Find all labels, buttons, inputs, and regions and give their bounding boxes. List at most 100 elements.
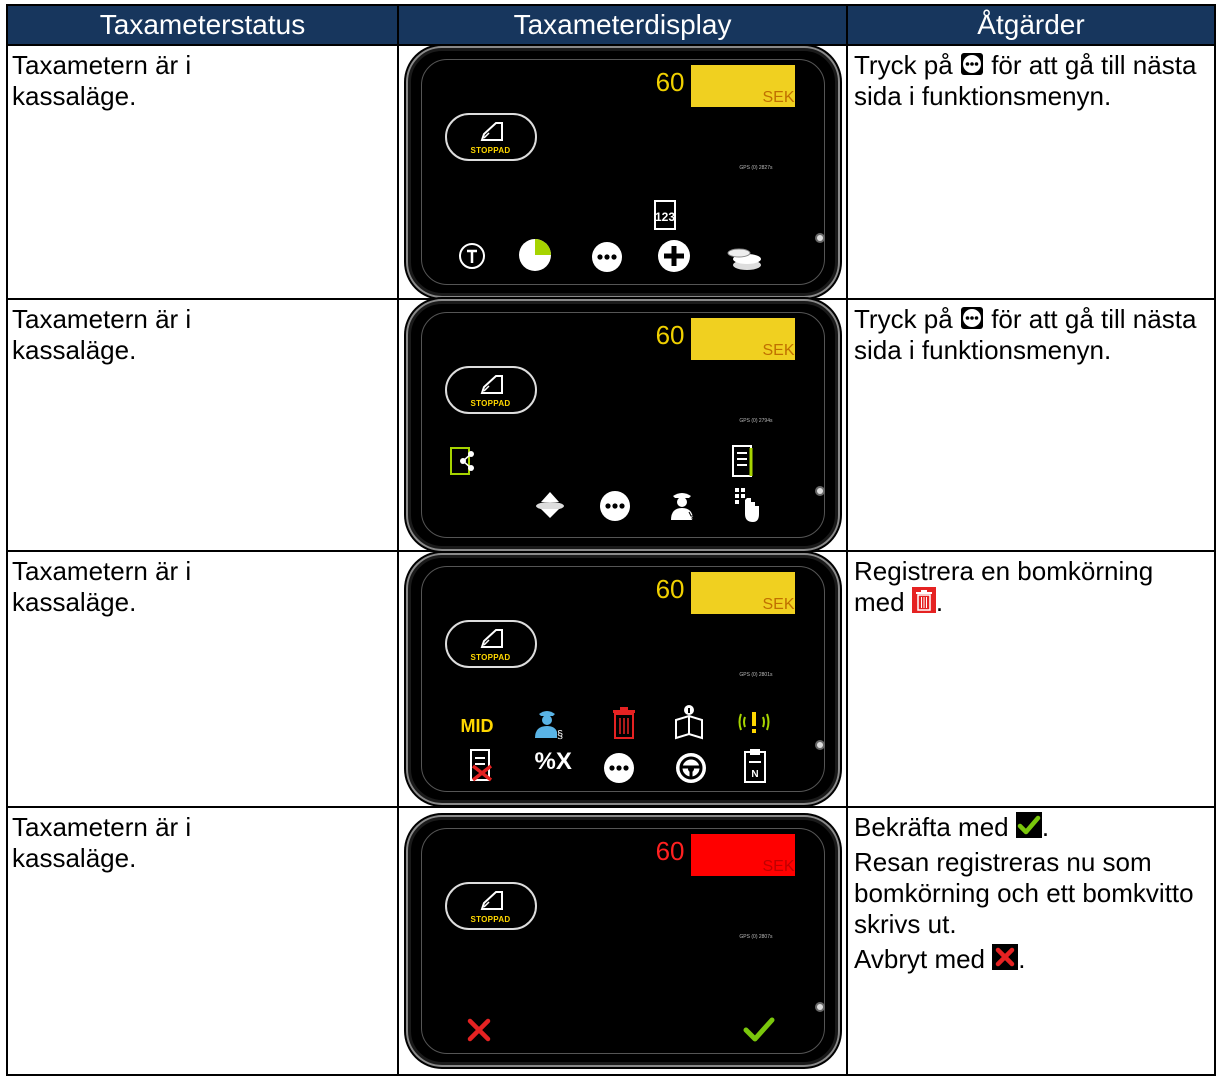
receipt-123-icon[interactable]: 123 [647, 199, 683, 233]
driver-settings-icon[interactable]: § [533, 706, 563, 740]
share-receipt-icon[interactable] [449, 446, 477, 478]
header-status: Taxameterstatus [6, 4, 399, 46]
fare-value: 60 [655, 574, 685, 604]
stopped-label: STOPPAD [470, 915, 511, 924]
stopped-button[interactable]: STOPPAD [444, 366, 537, 414]
action-text: . [935, 587, 944, 617]
action-cell: Registrera en bomkörning med . [846, 550, 1216, 808]
action-cell: Tryck på för att gå till nästa sida i fu… [846, 298, 1216, 552]
display-cell: 60 SEK STOPPAD GPS (0) 2807s [397, 806, 848, 1076]
status-led [816, 488, 823, 494]
cancel-receipt-icon[interactable] [467, 748, 495, 782]
fare-currency: SEK [762, 342, 795, 359]
vat-button[interactable]: %X [535, 748, 572, 776]
status-led [816, 1004, 823, 1010]
cancel-line: Avbryt med . [854, 944, 1210, 975]
meter-icon [480, 122, 503, 141]
stopped-label: STOPPAD [470, 399, 511, 408]
info-text: Resan registreras nu som bomkörning och … [854, 847, 1194, 939]
more-icon [960, 307, 983, 329]
stopped-button[interactable]: STOPPAD [444, 620, 537, 668]
mid-button[interactable]: MID [461, 716, 494, 737]
coins-icon[interactable] [725, 245, 765, 271]
svg-text:§: § [557, 729, 563, 740]
info-book-icon[interactable] [673, 704, 705, 740]
action-text: Bekräfta med [854, 812, 1009, 842]
display-cell: 60 SEK STOPPAD GPS (0) 2827s 123 [397, 44, 848, 300]
stopped-button[interactable]: STOPPAD [444, 113, 537, 161]
meter-icon [480, 375, 503, 394]
svg-text:N: N [751, 769, 758, 780]
instructions-table: Taxameterstatus Taxameterdisplay Åtgärde… [6, 4, 1216, 1076]
status-text: Taxametern är i kassaläge. [12, 556, 192, 617]
taximeter-display: 60 SEK STOPPAD GPS (0) 2827s 123 [407, 48, 838, 296]
more-icon[interactable] [599, 490, 631, 522]
fare-value: 60 [655, 836, 685, 866]
status-cell: Taxametern är i kassaläge. [6, 550, 399, 808]
gps-status: GPS (0) 2807s [739, 934, 773, 940]
taximeter-display: 60 SEK STOPPAD GPS (0) 2807s [407, 817, 838, 1065]
status-cell: Taxametern är i kassaläge. [6, 806, 399, 1076]
action-text: . [1041, 812, 1050, 842]
stopped-label: STOPPAD [470, 146, 511, 155]
display-cell: 60 SEK STOPPAD GPS (0) 2794s [397, 298, 848, 552]
status-text: Taxametern är i kassaläge. [12, 304, 192, 365]
receipt-list-icon[interactable] [729, 444, 759, 480]
table-header-row: Taxameterstatus Taxameterdisplay Åtgärde… [6, 4, 1216, 46]
status-cell: Taxametern är i kassaläge. [6, 44, 399, 300]
status-cell: Taxametern är i kassaläge. [6, 298, 399, 552]
stopped-button[interactable]: STOPPAD [444, 882, 537, 930]
more-icon[interactable] [591, 241, 623, 273]
keypad-touch-icon[interactable] [731, 486, 761, 524]
status-text: Taxametern är i kassaläge. [12, 50, 192, 111]
alarm-signal-icon[interactable] [737, 708, 771, 736]
check-icon [1015, 812, 1042, 838]
coin-stack-icon[interactable] [533, 490, 567, 520]
confirm-icon[interactable] [743, 1016, 775, 1042]
more-icon [960, 53, 983, 75]
gps-status: GPS (0) 2794s [739, 418, 773, 424]
fare-value: 60 [655, 67, 685, 97]
meter-icon [480, 629, 503, 648]
gps-status: GPS (0) 2827s [739, 165, 773, 171]
svg-text:123: 123 [654, 210, 674, 224]
steering-wheel-icon[interactable] [675, 752, 707, 784]
close-icon [992, 944, 1019, 970]
trash-icon [911, 587, 936, 613]
receipt-number-icon[interactable]: N [741, 748, 769, 784]
trash-icon[interactable] [611, 706, 637, 740]
status-led [816, 235, 823, 241]
action-text: Tryck på [854, 304, 953, 334]
taximeter-display: 60 SEK STOPPAD GPS (0) 2801s MID § %X N [407, 555, 838, 803]
header-actions: Åtgärder [846, 4, 1216, 46]
fare-currency: SEK [762, 858, 795, 875]
table-row: Taxametern är i kassaläge. 60 SEK STOPPA… [6, 806, 1216, 1076]
action-cell: Tryck på för att gå till nästa sida i fu… [846, 44, 1216, 300]
driver-icon[interactable] [667, 488, 697, 522]
stopped-label: STOPPAD [470, 653, 511, 662]
more-icon[interactable] [603, 752, 635, 784]
fare-currency: SEK [762, 596, 795, 613]
taximeter-display: 60 SEK STOPPAD GPS (0) 2794s [407, 301, 838, 549]
action-text: Registrera en bomkörning med [854, 556, 1154, 617]
table-row: Taxametern är i kassaläge. 60 SEK STOPPA… [6, 44, 1216, 300]
status-led [816, 742, 823, 748]
table-row: Taxametern är i kassaläge. 60 SEK STOPPA… [6, 298, 1216, 552]
fare-value: 60 [655, 320, 685, 350]
action-text: . [1018, 944, 1026, 974]
gps-status: GPS (0) 2801s [739, 672, 773, 678]
table-row: Taxametern är i kassaläge. 60 SEK STOPPA… [6, 550, 1216, 808]
fare-currency: SEK [762, 89, 795, 106]
cancel-icon[interactable] [467, 1018, 491, 1042]
action-text: Tryck på [854, 50, 953, 80]
display-cell: 60 SEK STOPPAD GPS (0) 2801s MID § %X N [397, 550, 848, 808]
status-text: Taxametern är i kassaläge. [12, 812, 192, 873]
add-icon[interactable] [657, 239, 691, 273]
action-text: Avbryt med [854, 944, 986, 974]
header-display: Taxameterdisplay [397, 4, 848, 46]
meter-icon [480, 891, 503, 910]
confirm-line: Bekräfta med . [854, 812, 1210, 843]
tariff-icon[interactable] [457, 241, 487, 271]
action-cell: Bekräfta med . Resan registreras nu som … [846, 806, 1216, 1076]
pie-chart-icon[interactable] [517, 237, 553, 273]
